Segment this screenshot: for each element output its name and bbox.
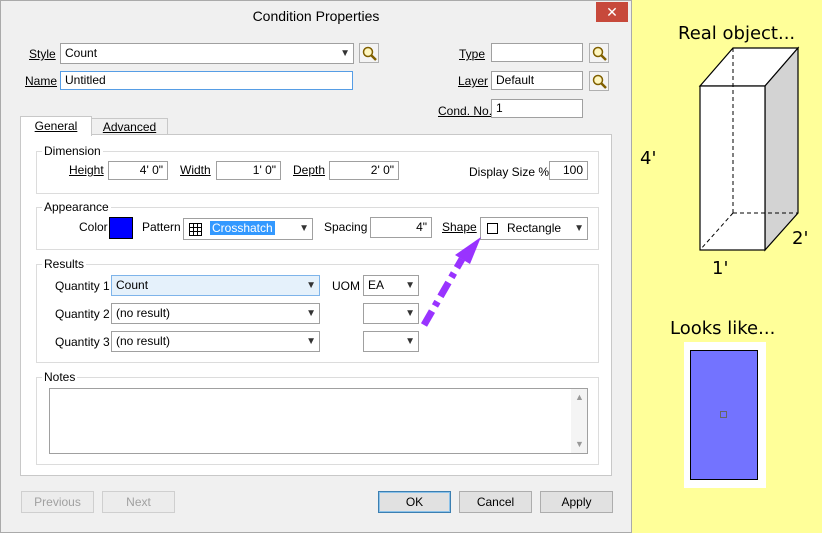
height-dimension-label: 4' <box>640 148 657 169</box>
center-handle-icon <box>720 411 727 418</box>
preview-frame <box>684 342 766 488</box>
width-dimension-label: 1' <box>712 258 729 279</box>
looks-like-title: Looks like... <box>670 318 776 339</box>
preview-rectangle <box>690 350 758 480</box>
depth-dimension-label: 2' <box>792 228 809 249</box>
tab-general-label: General <box>34 119 78 133</box>
annotation-panel: Real object... 4' 1' 2' Looks like... <box>632 0 822 533</box>
tab-general[interactable]: General <box>20 116 92 136</box>
annotation-arrow <box>420 237 481 327</box>
box-3d-icon <box>698 46 800 252</box>
